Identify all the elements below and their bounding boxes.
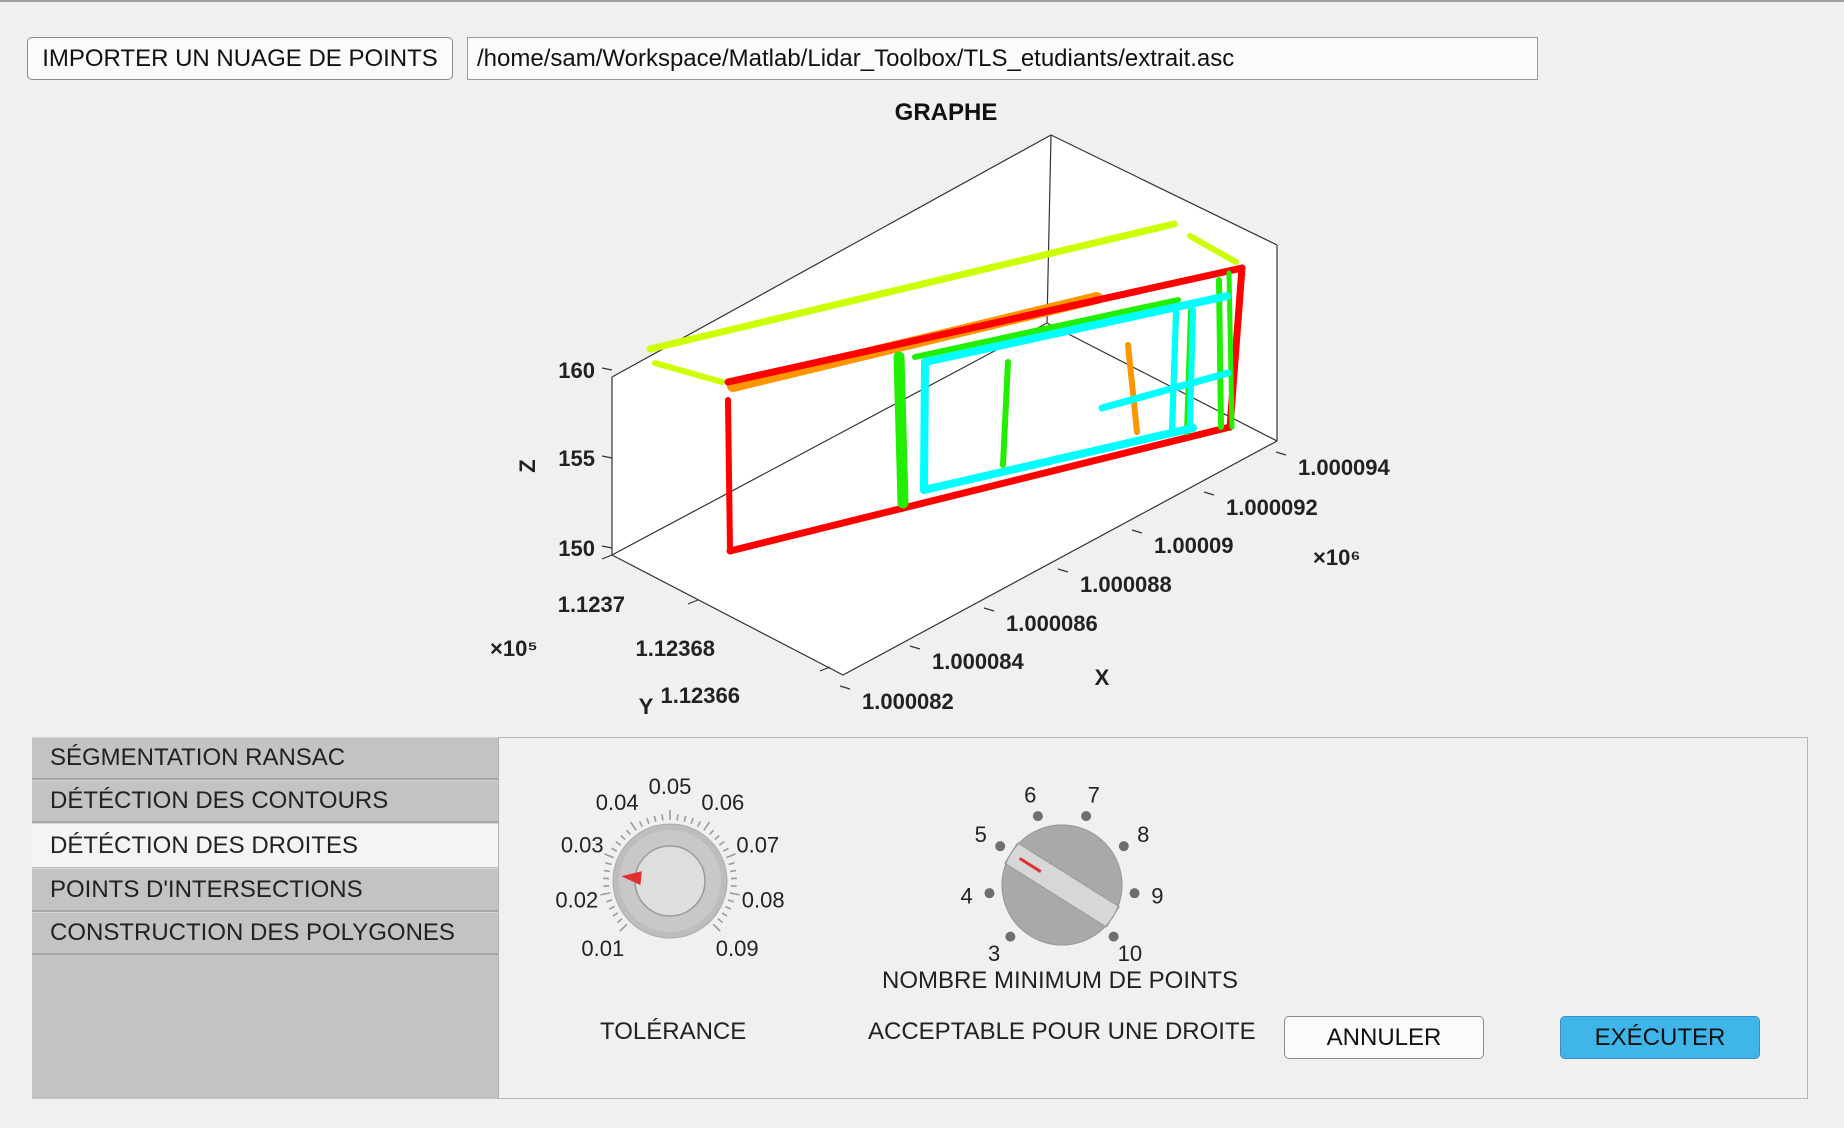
x-exponent-label: ×10⁶ — [1313, 545, 1360, 570]
tolerance-label: TOLÉRANCE — [600, 1018, 747, 1045]
tab-détéction-des-droites[interactable]: DÉTÉCTION DES DROITES — [32, 823, 498, 868]
tab-list: SÉGMENTATION RANSAC DÉTÉCTION DES CONTOUR… — [32, 737, 499, 1099]
y-exponent-label: ×10⁵ — [490, 636, 538, 661]
tab-détéction-des-contours[interactable]: DÉTÉCTION DES CONTOURS — [32, 780, 498, 823]
execute-button[interactable]: EXÉCUTER — [1560, 1016, 1760, 1059]
import-point-cloud-button[interactable]: IMPORTER UN NUAGE DE POINTS — [27, 37, 453, 80]
tab-points-d-intersections[interactable]: POINTS D'INTERSECTIONS — [32, 868, 498, 912]
x-tick-label: 1.000086 — [1006, 611, 1098, 636]
tab-construction-des-polygones[interactable]: CONSTRUCTION DES POLYGONES — [32, 912, 498, 955]
x-tick-label: 1.000094 — [1298, 455, 1391, 480]
y-axis-label: Y — [639, 694, 654, 719]
tab-ségmentation-ransac[interactable]: SÉGMENTATION RANSAC — [32, 737, 498, 780]
x-tick-label: 1.000092 — [1226, 495, 1318, 520]
y-tick-label: 1.1237 — [558, 592, 625, 617]
plot-box — [611, 134, 1278, 676]
plot-title: GRAPHE — [895, 99, 998, 126]
y-tick-label: 1.12368 — [635, 636, 715, 661]
z-tick-label: 155 — [558, 446, 595, 471]
x-axis-label: X — [1095, 665, 1110, 690]
z-tick-label: 150 — [558, 536, 595, 561]
x-tick-label: 1.000088 — [1080, 572, 1172, 597]
x-tick-label: 1.000084 — [932, 649, 1025, 674]
cancel-button[interactable]: ANNULER — [1284, 1016, 1484, 1059]
x-tick-label: 1.00009 — [1154, 533, 1234, 558]
file-path-field[interactable]: /home/sam/Workspace/Matlab/Lidar_Toolbox… — [467, 37, 1538, 80]
z-tick-label: 160 — [558, 358, 595, 383]
window-top-border — [0, 0, 1844, 2]
graph-3d-plot[interactable]: GRAPHE 150 155 160 Z 1.12366 1.12368 1.1237 ×10⁵… — [0, 90, 1844, 730]
min-points-label-line1: NOMBRE MINIMUM DE POINTS — [882, 967, 1239, 994]
min-points-label-line2: ACCEPTABLE POUR UNE DROITE — [868, 1018, 1256, 1045]
y-tick-label: 1.12366 — [660, 683, 740, 708]
z-axis-label: Z — [515, 459, 540, 472]
x-tick-label: 1.000082 — [862, 689, 954, 714]
